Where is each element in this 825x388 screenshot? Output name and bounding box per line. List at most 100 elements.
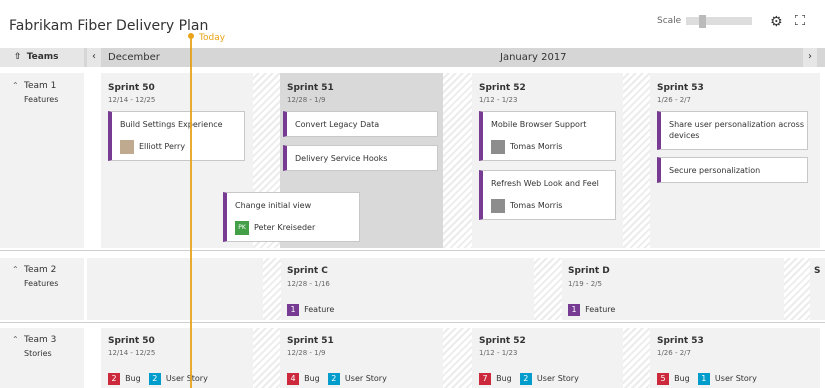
card-title: Mobile Browser Support xyxy=(491,120,587,129)
chevron-up-icon[interactable]: ⌃ xyxy=(12,265,19,274)
sprint-gap xyxy=(443,328,472,388)
feature-card[interactable]: Delivery Service Hooks xyxy=(283,145,438,171)
teams-header[interactable]: ⇧ Teams xyxy=(0,48,84,67)
story-count: 2 xyxy=(327,373,340,385)
team-name: Team 1 xyxy=(24,81,57,91)
rollup-counts[interactable]: 4 Bug 2 User Story xyxy=(287,366,387,385)
team-name: Team 2 xyxy=(24,265,57,275)
sprint-gap xyxy=(784,258,810,320)
story-count: 1 xyxy=(697,373,710,385)
team-row-header: ⌃ Team 1 Features xyxy=(0,73,84,248)
card-title: Convert Legacy Data xyxy=(295,120,380,129)
card-title: Share user personalization across device… xyxy=(669,120,805,140)
sprint-dates: 1/12 - 1/23 xyxy=(479,349,518,357)
card-title: Build Settings Experience xyxy=(120,120,223,129)
card-title: Secure personalization xyxy=(669,166,761,175)
rollup-counts[interactable]: 7 Bug 2 User Story xyxy=(479,366,579,385)
nav-next-button[interactable]: › xyxy=(803,48,817,67)
bug-count: 5 xyxy=(657,373,669,385)
team-backlog-type: Stories xyxy=(24,349,52,358)
avatar xyxy=(491,140,505,154)
row-divider xyxy=(0,322,825,323)
team-row-header: ⌃ Team 3 Stories xyxy=(0,328,84,388)
feature-card[interactable]: Refresh Web Look and Feel Tomas Morris xyxy=(479,170,616,220)
story-count: 2 xyxy=(148,373,161,385)
sprint-dates: 1/19 - 2/5 xyxy=(568,280,602,288)
avatar xyxy=(491,199,505,213)
rollup-feature[interactable]: 1 Feature xyxy=(568,297,615,316)
sprint-gap xyxy=(534,258,562,320)
sprint-dates: 12/28 - 1/16 xyxy=(287,280,330,288)
sprint-dates: 1/26 - 2/7 xyxy=(657,349,691,357)
feature-label: Feature xyxy=(585,305,616,314)
sprint-dates: 12/14 - 12/25 xyxy=(108,349,156,357)
feature-card[interactable]: Build Settings Experience Elliott Perry xyxy=(108,111,245,161)
scale-slider-thumb[interactable] xyxy=(699,15,706,28)
sprint-name: Sprint 51 xyxy=(287,83,334,93)
today-label: Today xyxy=(199,33,226,43)
feature-card[interactable]: Change initial view PK Peter Kreiseder xyxy=(223,192,360,242)
sprint-name: Sprint 50 xyxy=(108,83,155,93)
rollup-counts[interactable]: 2 Bug 2 User Story xyxy=(108,366,208,385)
sprint-gap xyxy=(443,73,472,248)
month-label: December xyxy=(108,52,160,63)
sprint-gap xyxy=(623,328,650,388)
nav-previous-button[interactable]: ‹ xyxy=(87,48,101,67)
sprint-name: Sprint 52 xyxy=(479,336,526,346)
feature-card[interactable]: Convert Legacy Data xyxy=(283,111,438,137)
feature-count: 1 xyxy=(568,304,580,316)
rollup-feature[interactable]: 1 Feature xyxy=(287,297,334,316)
scale-label: Scale xyxy=(657,16,682,26)
sprint-name: Sprint 50 xyxy=(108,336,155,346)
story-label: User Story xyxy=(714,374,757,383)
team-backlog-type: Features xyxy=(24,279,59,288)
card-title: Change initial view xyxy=(235,201,312,210)
sprint-name: S xyxy=(814,266,821,276)
fullscreen-icon[interactable] xyxy=(795,15,805,25)
teams-header-label: Teams xyxy=(26,52,59,62)
row-divider xyxy=(0,250,825,251)
chevron-up-icon[interactable]: ⌃ xyxy=(12,81,19,90)
team-name: Team 3 xyxy=(24,335,57,345)
assignee-name: Tomas Morris xyxy=(510,142,563,151)
sprint-dates: 1/12 - 1/23 xyxy=(479,96,518,104)
month-label: January 2017 xyxy=(500,52,567,63)
bug-label: Bug xyxy=(496,374,512,383)
sprint-lane xyxy=(87,258,263,320)
sprint-dates: 1/26 - 2/7 xyxy=(657,96,691,104)
today-marker-dot xyxy=(188,33,194,39)
sprint-dates: 12/28 - 1/9 xyxy=(287,96,326,104)
sprint-name: Sprint 53 xyxy=(657,336,704,346)
avatar xyxy=(120,140,134,154)
sprint-gap xyxy=(253,328,280,388)
gear-icon[interactable]: ⚙ xyxy=(770,14,783,30)
sprint-name: Sprint 51 xyxy=(287,336,334,346)
team-row-header: ⌃ Team 2 Features xyxy=(0,258,84,320)
bug-label: Bug xyxy=(674,374,690,383)
bug-label: Bug xyxy=(304,374,320,383)
sprint-name: Sprint C xyxy=(287,266,328,276)
assignee-name: Peter Kreiseder xyxy=(254,223,316,232)
rollup-counts[interactable]: 5 Bug 1 User Story xyxy=(657,366,757,385)
scale-slider[interactable] xyxy=(686,17,752,25)
bug-label: Bug xyxy=(125,374,141,383)
feature-card[interactable]: Share user personalization across device… xyxy=(657,111,808,150)
story-count: 2 xyxy=(519,373,532,385)
chevron-up-icon[interactable]: ⌃ xyxy=(12,335,19,344)
story-label: User Story xyxy=(165,374,208,383)
sprint-name: Sprint 52 xyxy=(479,83,526,93)
today-marker-line xyxy=(190,39,192,388)
sprint-gap xyxy=(263,258,281,320)
feature-card[interactable]: Secure personalization xyxy=(657,157,808,183)
story-label: User Story xyxy=(536,374,579,383)
feature-card[interactable]: Mobile Browser Support Tomas Morris xyxy=(479,111,616,161)
sprint-name: Sprint D xyxy=(568,266,610,276)
sprint-gap xyxy=(623,73,650,248)
sprint-dates: 12/14 - 12/25 xyxy=(108,96,156,104)
feature-label: Feature xyxy=(304,305,335,314)
feature-count: 1 xyxy=(287,304,299,316)
team-backlog-type: Features xyxy=(24,95,59,104)
card-title: Refresh Web Look and Feel xyxy=(491,179,599,188)
bug-count: 7 xyxy=(479,373,491,385)
sprint-name: Sprint 53 xyxy=(657,83,704,93)
